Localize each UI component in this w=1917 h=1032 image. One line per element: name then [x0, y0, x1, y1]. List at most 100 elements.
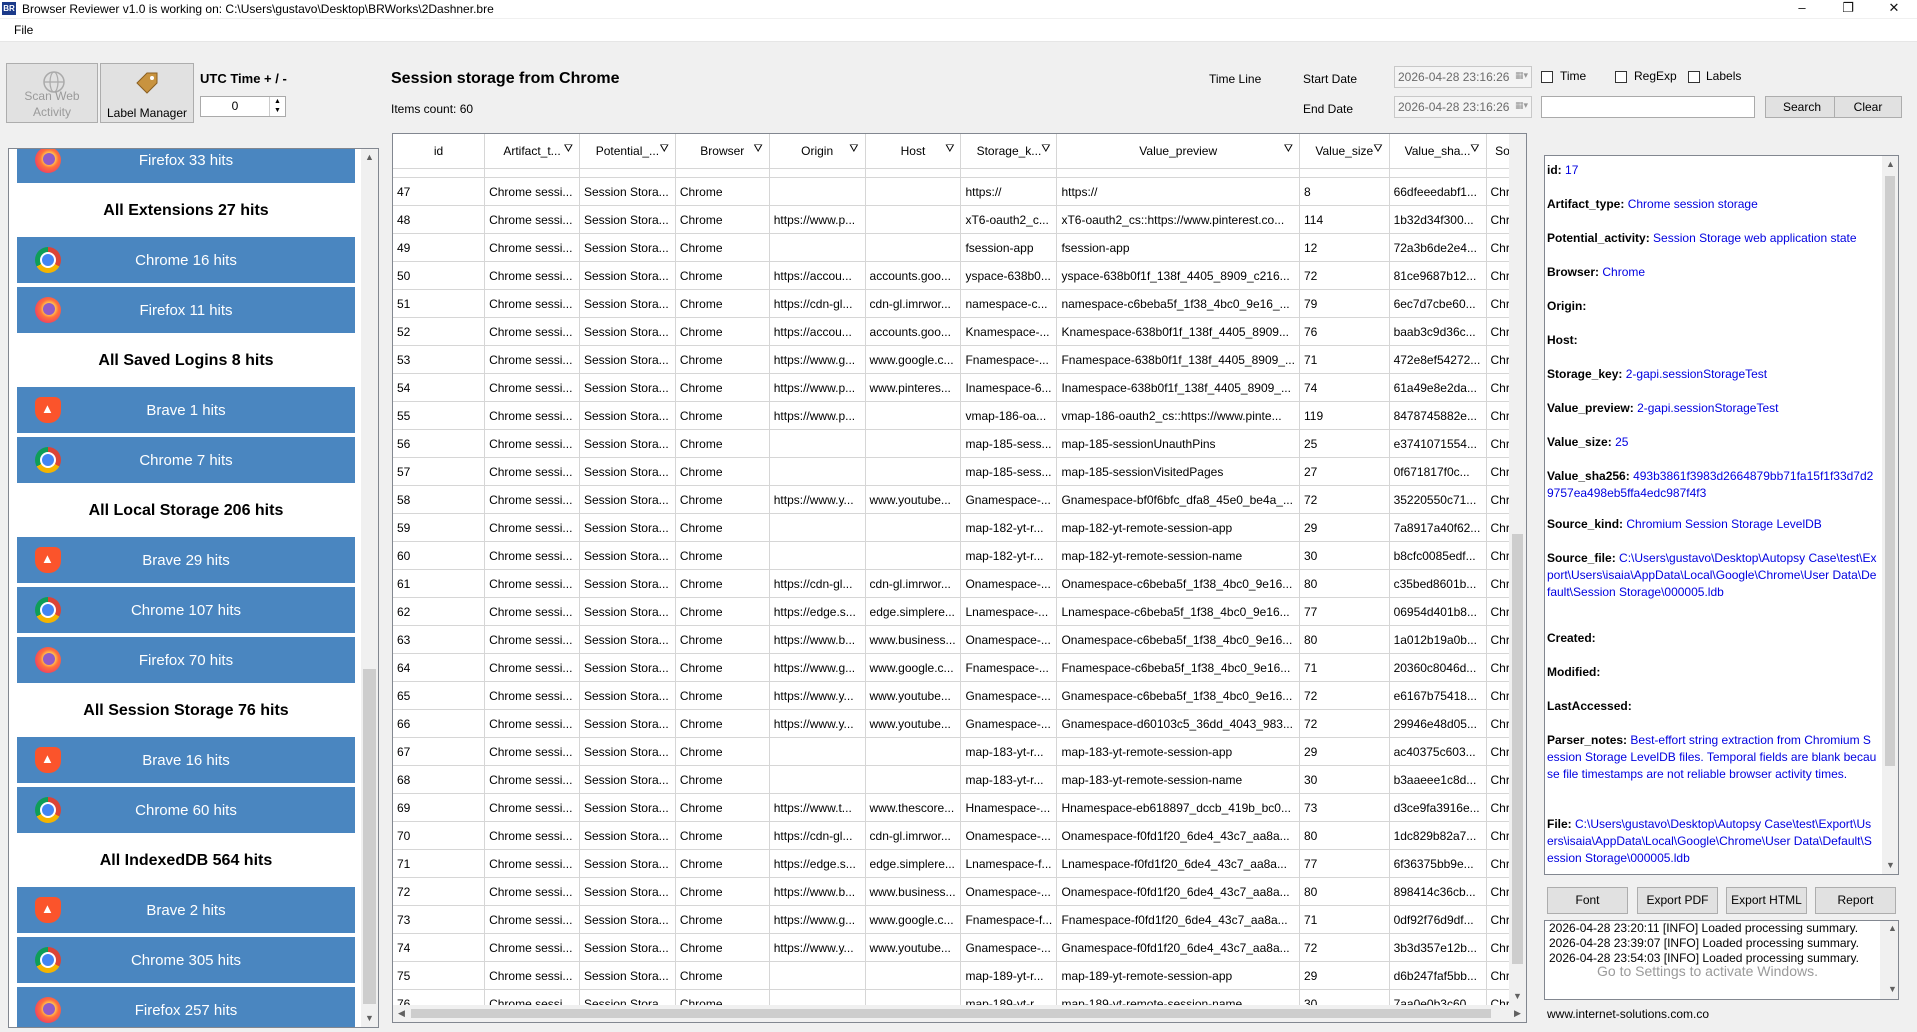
filter-icon[interactable]: ⛛: [660, 143, 669, 156]
scroll-down-icon[interactable]: ▼: [1882, 982, 1898, 999]
filter-icon[interactable]: ⛛: [564, 143, 573, 156]
scroll-right-icon[interactable]: ▶: [1509, 1005, 1526, 1022]
filter-icon[interactable]: ⛛: [1373, 143, 1382, 156]
column-header[interactable]: Value_sha... ⛛: [1389, 134, 1487, 169]
filter-icon[interactable]: ⛛: [1470, 143, 1479, 156]
table-row[interactable]: 60 Chrome sessi... Session Stora... Chrome m…: [393, 541, 1526, 570]
tree-group-header[interactable]: All IndexedDB 564 hits: [17, 837, 355, 883]
tree-item[interactable]: Firefox 257 hits: [17, 987, 355, 1027]
table-row[interactable]: 49 Chrome sessi... Session Stora... Chrome f…: [393, 233, 1526, 262]
grid-vscroll-thumb[interactable]: [1512, 534, 1523, 964]
table-row[interactable]: 66 Chrome sessi... Session Stora... Chrome h…: [393, 709, 1526, 738]
stepper-arrows-icon[interactable]: ▲ ▼: [269, 97, 285, 116]
table-row[interactable]: 51 Chrome sessi... Session Stora... Chrome h…: [393, 289, 1526, 318]
table-row[interactable]: 59 Chrome sessi... Session Stora... Chrome m…: [393, 513, 1526, 542]
scroll-down-icon[interactable]: ▼: [361, 1010, 378, 1027]
column-header[interactable]: Browser ⛛: [675, 134, 770, 169]
table-row[interactable]: 72 Chrome sessi... Session Stora... Chrome h…: [393, 877, 1526, 906]
grid-hscrollbar[interactable]: ◀ ▶: [393, 1005, 1526, 1022]
tree-item[interactable]: Brave 29 hits: [17, 537, 355, 583]
time-checkbox[interactable]: [1541, 71, 1553, 83]
tree-group-header[interactable]: All Extensions 27 hits: [17, 187, 355, 233]
column-header[interactable]: Artifact_t... ⛛: [484, 134, 580, 169]
table-row[interactable]: 54 Chrome sessi... Session Stora... Chrome h…: [393, 373, 1526, 402]
table-row[interactable]: 61 Chrome sessi... Session Stora... Chrome h…: [393, 569, 1526, 598]
tree-group-header[interactable]: All Saved Logins 8 hits: [17, 337, 355, 383]
table-row[interactable]: 55 Chrome sessi... Session Stora... Chrome h…: [393, 401, 1526, 430]
tree-group-header[interactable]: All Local Storage 206 hits: [17, 487, 355, 533]
filter-icon[interactable]: ⛛: [945, 143, 954, 156]
tree-item[interactable]: Chrome 60 hits: [17, 787, 355, 833]
search-input[interactable]: [1541, 96, 1755, 118]
filter-icon[interactable]: ⛛: [1041, 143, 1050, 156]
table-row[interactable]: 75 Chrome sessi... Session Stora... Chrome m…: [393, 961, 1526, 990]
tree-item[interactable]: Brave 16 hits: [17, 737, 355, 783]
export-pdf-button[interactable]: Export PDF: [1637, 887, 1718, 914]
tree-item[interactable]: Chrome 107 hits: [17, 587, 355, 633]
tree-group-header[interactable]: All Session Storage 76 hits: [17, 687, 355, 733]
table-row[interactable]: 56 Chrome sessi... Session Stora... Chrome m…: [393, 429, 1526, 458]
grid-hscroll-thumb[interactable]: [411, 1009, 1491, 1018]
table-row[interactable]: 52 Chrome sessi... Session Stora... Chrome h…: [393, 317, 1526, 346]
scan-web-activity-button[interactable]: Scan Web Activity: [6, 63, 98, 123]
table-row[interactable]: 71 Chrome sessi... Session Stora... Chrome h…: [393, 849, 1526, 878]
log-scrollbar[interactable]: ▲ ▼: [1880, 921, 1898, 999]
close-button[interactable]: ✕: [1871, 0, 1917, 18]
column-header[interactable]: Storage_k... ⛛: [960, 134, 1058, 169]
table-row[interactable]: 63 Chrome sessi... Session Stora... Chrome h…: [393, 625, 1526, 654]
end-date-picker[interactable]: 2026-04-28 23:16:26 ▦▾: [1394, 96, 1532, 118]
minimize-button[interactable]: –: [1779, 0, 1825, 18]
maximize-button[interactable]: ❐: [1825, 0, 1871, 18]
column-header[interactable]: Value_preview ⛛: [1056, 134, 1300, 169]
table-row[interactable]: 62 Chrome sessi... Session Stora... Chrome h…: [393, 597, 1526, 626]
search-button[interactable]: Search: [1765, 96, 1839, 118]
column-header[interactable]: Value_size ⛛: [1299, 134, 1390, 169]
tree-item[interactable]: Chrome 16 hits: [17, 237, 355, 283]
column-header[interactable]: Host ⛛: [865, 134, 962, 169]
tree-item[interactable]: Brave 2 hits: [17, 887, 355, 933]
tree-item[interactable]: Chrome 7 hits: [17, 437, 355, 483]
table-row[interactable]: 47 Chrome sessi... Session Stora... Chrome h…: [393, 177, 1526, 206]
scroll-down-icon[interactable]: ▼: [1882, 857, 1898, 874]
table-row[interactable]: 74 Chrome sessi... Session Stora... Chrome h…: [393, 933, 1526, 962]
filter-icon[interactable]: ⛛: [849, 143, 858, 156]
table-row[interactable]: 69 Chrome sessi... Session Stora... Chrome h…: [393, 793, 1526, 822]
start-date-picker[interactable]: 2026-04-28 23:16:26 ▦▾: [1394, 66, 1532, 88]
column-header[interactable]: id: [393, 134, 486, 169]
table-row[interactable]: 58 Chrome sessi... Session Stora... Chrome h…: [393, 485, 1526, 514]
details-scrollbar[interactable]: ▲ ▼: [1882, 156, 1898, 874]
font-button[interactable]: Font: [1547, 887, 1628, 914]
tree-scrollbar[interactable]: ▲ ▼: [361, 149, 378, 1027]
scroll-left-icon[interactable]: ◀: [393, 1005, 410, 1022]
clear-button[interactable]: Clear: [1834, 96, 1902, 118]
table-row[interactable]: 70 Chrome sessi... Session Stora... Chrome h…: [393, 821, 1526, 850]
scroll-down-icon[interactable]: ▼: [1509, 988, 1526, 1005]
column-header[interactable]: Potential_... ⛛: [579, 134, 676, 169]
label-manager-button[interactable]: Label Manager: [100, 63, 194, 123]
table-row[interactable]: 48 Chrome sessi... Session Stora... Chrome h…: [393, 205, 1526, 234]
filter-icon[interactable]: ⛛: [1284, 143, 1293, 156]
menu-file[interactable]: File: [14, 23, 33, 37]
scroll-up-icon[interactable]: ▲: [1882, 156, 1898, 173]
utc-stepper[interactable]: 0 ▲ ▼: [200, 96, 286, 117]
regexp-checkbox[interactable]: [1615, 71, 1627, 83]
footer-link[interactable]: www.internet-solutions.com.co: [1547, 1007, 1709, 1021]
column-header[interactable]: Origin ⛛: [769, 134, 866, 169]
tree-item[interactable]: Chrome 305 hits: [17, 937, 355, 983]
scroll-up-icon[interactable]: ▲: [1882, 921, 1898, 938]
report-button[interactable]: Report: [1815, 887, 1896, 914]
tree-item[interactable]: Firefox 11 hits: [17, 287, 355, 333]
table-row[interactable]: 64 Chrome sessi... Session Stora... Chrome h…: [393, 653, 1526, 682]
table-row[interactable]: 50 Chrome sessi... Session Stora... Chrome h…: [393, 261, 1526, 290]
table-row[interactable]: 53 Chrome sessi... Session Stora... Chrome h…: [393, 345, 1526, 374]
filter-icon[interactable]: ⛛: [754, 143, 763, 156]
grid-vscrollbar[interactable]: ▼: [1509, 134, 1526, 1005]
tree-item[interactable]: Brave 1 hits: [17, 387, 355, 433]
table-row[interactable]: 65 Chrome sessi... Session Stora... Chrome h…: [393, 681, 1526, 710]
export-html-button[interactable]: Export HTML: [1726, 887, 1807, 914]
table-row[interactable]: 67 Chrome sessi... Session Stora... Chrome m…: [393, 737, 1526, 766]
details-scroll-thumb[interactable]: [1885, 176, 1895, 766]
table-row[interactable]: 57 Chrome sessi... Session Stora... Chrome m…: [393, 457, 1526, 486]
table-row[interactable]: 68 Chrome sessi... Session Stora... Chrome m…: [393, 765, 1526, 794]
tree-item[interactable]: Firefox 70 hits: [17, 637, 355, 683]
